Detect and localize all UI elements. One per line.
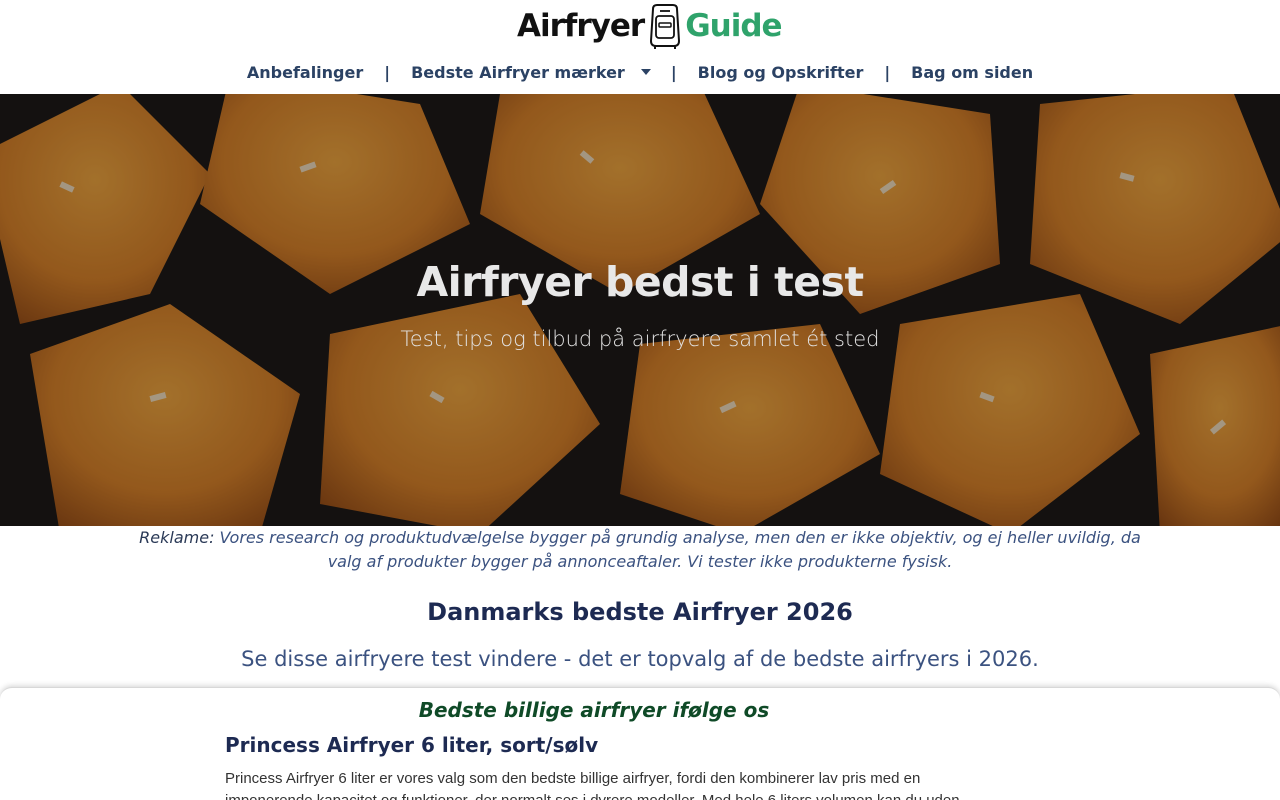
section-subtitle: Se disse airfryere test vindere - det er…: [241, 647, 1039, 671]
chevron-down-icon[interactable]: [640, 69, 651, 75]
disclaimer-text: Vores research og produktudvælgelse bygg…: [214, 528, 1141, 571]
hero-title: Airfryer bedst i test: [416, 258, 864, 306]
section-title: Danmarks bedste Airfryer 2026: [427, 598, 853, 626]
nav-separator: |: [670, 62, 677, 82]
product-title[interactable]: Princess Airfryer 6 liter, sort/sølv: [225, 733, 598, 757]
ad-disclaimer: Reklame: Vores research og produktudvælg…: [130, 526, 1150, 574]
hero-banner: Airfryer bedst i test Test, tips og tilb…: [0, 94, 1280, 526]
product-description: Princess Airfryer 6 liter er vores valg …: [225, 770, 960, 800]
logo-text-guide: Guide: [685, 8, 782, 44]
product-card: Bedste billige airfryer ifølge os Prince…: [0, 687, 1280, 800]
product-badge: Bedste billige airfryer ifølge os: [418, 698, 770, 722]
disclaimer-label: Reklame:: [139, 528, 215, 547]
hero-subtitle: Test, tips og tilbud på airfryere samlet…: [400, 327, 880, 351]
site-header: Airfryer Guide Anbefalinger | Bedste Air…: [0, 0, 1280, 94]
nav-item-blog[interactable]: Blog og Opskrifter: [698, 63, 864, 82]
nav-item-bag-om-siden[interactable]: Bag om siden: [911, 63, 1033, 82]
site-logo[interactable]: Airfryer Guide: [517, 2, 783, 50]
nav-item-bedste-maerker[interactable]: Bedste Airfryer mærker: [411, 63, 651, 82]
nav-item-anbefalinger[interactable]: Anbefalinger: [247, 63, 363, 82]
main-nav: Anbefalinger | Bedste Airfryer mærker | …: [0, 60, 1280, 84]
logo-text-airfryer: Airfryer: [517, 8, 645, 44]
airfryer-icon: [650, 4, 681, 49]
nav-separator: |: [884, 62, 891, 82]
nav-item-label: Bedste Airfryer mærker: [411, 62, 625, 82]
nav-separator: |: [384, 62, 391, 82]
hero-overlay: [0, 94, 1280, 526]
